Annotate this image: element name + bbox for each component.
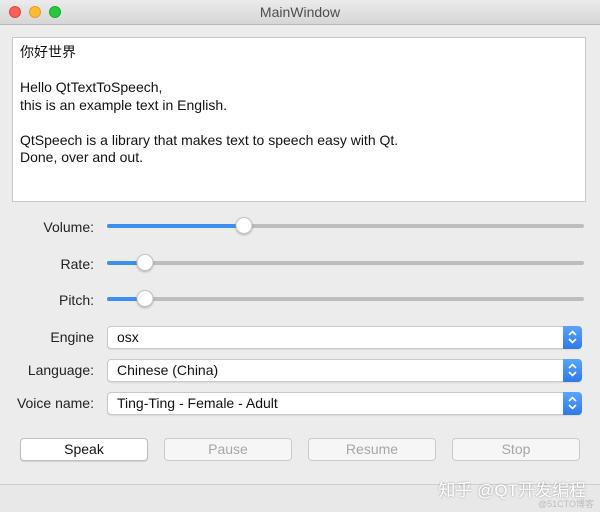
select-arrows-icon <box>563 392 582 415</box>
pitch-slider-track <box>107 297 584 301</box>
rate-slider-track <box>107 261 584 265</box>
language-select-value: Chinese (China) <box>117 362 219 378</box>
stop-button[interactable]: Stop <box>452 438 580 461</box>
voice-name-label: Voice name: <box>16 395 94 411</box>
rate-slider[interactable] <box>107 251 584 275</box>
window-title: MainWindow <box>259 4 341 20</box>
engine-select-value: osx <box>117 329 139 345</box>
rate-slider-handle[interactable] <box>136 254 154 271</box>
volume-slider[interactable] <box>107 214 584 238</box>
language-label: Language: <box>27 362 94 378</box>
voice-name-select[interactable]: Ting-Ting - Female - Adult <box>107 392 582 415</box>
main-window: MainWindow 你好世界 Hello QtTextToSpeech, th… <box>0 0 600 512</box>
language-select[interactable]: Chinese (China) <box>107 359 582 382</box>
select-arrows-icon <box>563 326 582 349</box>
pitch-slider-handle[interactable] <box>136 290 154 307</box>
resume-button[interactable]: Resume <box>308 438 436 461</box>
pause-button[interactable]: Pause <box>164 438 292 461</box>
volume-slider-fill <box>107 224 244 228</box>
title-bar: MainWindow <box>0 0 600 25</box>
watermark-small-text: @51CTO博客 <box>538 499 594 509</box>
rate-label: Rate: <box>60 256 94 272</box>
engine-select[interactable]: osx <box>107 326 582 349</box>
speak-button[interactable]: Speak <box>20 438 148 461</box>
voice-name-select-value: Ting-Ting - Female - Adult <box>117 395 278 411</box>
volume-slider-handle[interactable] <box>235 217 253 234</box>
volume-label: Volume: <box>43 219 94 235</box>
select-arrows-icon <box>563 359 582 382</box>
pitch-slider[interactable] <box>107 287 584 311</box>
pitch-label: Pitch: <box>58 292 94 308</box>
engine-label: Engine <box>50 329 94 345</box>
speech-text-area[interactable]: 你好世界 Hello QtTextToSpeech, this is an ex… <box>12 37 586 202</box>
